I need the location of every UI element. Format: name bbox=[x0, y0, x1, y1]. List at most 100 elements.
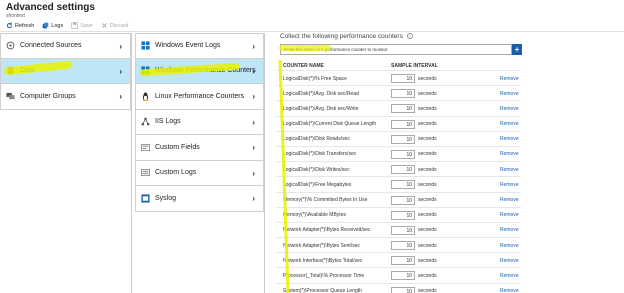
sample-interval-input[interactable]: 10 bbox=[391, 286, 415, 293]
table-row: LogicalDisk(*)\% Free Space 10 seconds Remo… bbox=[276, 70, 521, 85]
sidebar-item-connected-sources[interactable]: Connected Sources › bbox=[0, 33, 131, 59]
interval-unit: seconds bbox=[418, 75, 437, 82]
connected-sources-icon bbox=[6, 41, 15, 50]
computer-groups-icon bbox=[6, 92, 15, 99]
remove-link[interactable]: Remove bbox=[500, 288, 519, 293]
table-row: Network Adapter(*)\Bytes Received/sec 10 s… bbox=[276, 221, 521, 237]
iis-icon bbox=[141, 117, 150, 126]
sample-interval-input[interactable]: 10 bbox=[391, 271, 415, 281]
chevron-right-icon: › bbox=[119, 66, 122, 76]
remove-link[interactable]: Remove bbox=[500, 182, 519, 188]
remove-link[interactable]: Remove bbox=[500, 151, 519, 157]
chevron-right-icon: › bbox=[252, 42, 255, 51]
sample-interval-input[interactable]: 10 bbox=[391, 74, 415, 83]
menu-item-linux-performance-counters[interactable]: Linux Performance Counters › bbox=[135, 84, 264, 110]
interval-unit: seconds bbox=[418, 166, 437, 173]
table-row: LogicalDisk(*)\Disk Transfers/sec 10 secon… bbox=[276, 145, 521, 161]
logs-button[interactable]: Logs bbox=[42, 22, 63, 29]
refresh-icon bbox=[6, 22, 13, 29]
chevron-right-icon: › bbox=[119, 92, 122, 101]
table-row: LogicalDisk(*)\Current Disk Queue Length… bbox=[276, 115, 521, 131]
refresh-button[interactable]: Refresh bbox=[6, 22, 34, 29]
interval-unit: seconds bbox=[418, 242, 437, 249]
menu-item-custom-logs[interactable]: Custom Logs › bbox=[135, 160, 264, 186]
page-subtitle: shontest bbox=[6, 13, 25, 19]
sample-interval-input[interactable]: 10 bbox=[391, 104, 415, 114]
windows-icon bbox=[141, 41, 150, 50]
menu-item-windows-event-logs[interactable]: Windows Event Logs › bbox=[135, 33, 264, 59]
remove-link[interactable]: Remove bbox=[500, 106, 519, 112]
discard-button[interactable]: Discard bbox=[101, 22, 128, 29]
interval-unit: seconds bbox=[418, 136, 437, 143]
remove-link[interactable]: Remove bbox=[500, 273, 519, 279]
menu-item-label: Custom Fields bbox=[155, 143, 200, 151]
interval-unit: seconds bbox=[418, 288, 437, 293]
remove-link[interactable]: Remove bbox=[500, 197, 519, 203]
menu-item-label: Syslog bbox=[155, 194, 177, 202]
save-label: Save bbox=[80, 22, 93, 29]
logs-label: Logs bbox=[51, 22, 64, 29]
menu-item-custom-fields[interactable]: Custom Fields › bbox=[135, 135, 264, 161]
sample-interval-input[interactable]: 10 bbox=[391, 195, 415, 205]
table-row: LogicalDisk(*)\Disk Reads/sec 10 seconds Re… bbox=[276, 130, 521, 146]
refresh-label: Refresh bbox=[15, 22, 35, 29]
menu-item-label: Custom Logs bbox=[155, 169, 197, 177]
remove-link[interactable]: Remove bbox=[500, 121, 519, 127]
interval-unit: seconds bbox=[418, 151, 437, 158]
remove-link[interactable]: Remove bbox=[500, 76, 519, 82]
menu-item-syslog[interactable]: Syslog › bbox=[135, 186, 264, 212]
table-row: LogicalDisk(*)\Free Megabytes 10 seconds Re… bbox=[276, 176, 521, 191]
sample-interval-input[interactable]: 10 bbox=[391, 241, 415, 251]
remove-link[interactable]: Remove bbox=[500, 243, 519, 249]
table-row: Network Interface(*)\Bytes Total/sec 10 se… bbox=[276, 252, 521, 267]
remove-link[interactable]: Remove bbox=[500, 258, 519, 264]
logs-icon bbox=[42, 22, 49, 29]
sidebar-item-computer-groups[interactable]: Computer Groups › bbox=[0, 84, 131, 110]
remove-link[interactable]: Remove bbox=[500, 167, 519, 173]
save-button[interactable]: Save bbox=[71, 22, 93, 29]
sample-interval-input[interactable]: 10 bbox=[391, 180, 415, 190]
sample-interval-input[interactable]: 10 bbox=[391, 210, 415, 220]
menu-item-label: IIS Logs bbox=[155, 118, 181, 126]
menu-item-label: Windows Event Logs bbox=[155, 42, 221, 50]
chevron-right-icon: › bbox=[252, 92, 255, 101]
chevron-right-icon: › bbox=[252, 66, 255, 76]
info-icon[interactable]: ? bbox=[406, 33, 413, 40]
counter-name: Network Adapter(*)\Bytes Received/sec bbox=[283, 227, 371, 234]
interval-unit: seconds bbox=[418, 197, 437, 203]
interval-unit: seconds bbox=[418, 105, 437, 112]
interval-unit: seconds bbox=[418, 272, 437, 279]
table-row: Memory(*)\Available MBytes 10 seconds Remov… bbox=[276, 206, 521, 222]
sample-interval-input[interactable]: 10 bbox=[391, 165, 415, 175]
section-title-text: Collect the following performance counte… bbox=[280, 33, 403, 40]
remove-link[interactable]: Remove bbox=[500, 136, 519, 142]
custom-fields-icon bbox=[141, 143, 150, 151]
remove-link[interactable]: Remove bbox=[500, 212, 519, 218]
menu-item-iis-logs[interactable]: IIS Logs › bbox=[135, 109, 264, 135]
header: Advanced settings shontest bbox=[0, 0, 624, 20]
remove-link[interactable]: Remove bbox=[500, 91, 519, 97]
table-row: Processor(_Total)\% Processor Time 10 seco… bbox=[276, 267, 521, 282]
table-row: System(*)\Processor Queue Length 10 second… bbox=[276, 282, 521, 293]
column-header-sample-interval: SAMPLE INTERVAL bbox=[391, 63, 438, 69]
sidebar-item-label: Connected Sources bbox=[20, 42, 82, 50]
sample-interval-input[interactable]: 10 bbox=[391, 134, 415, 144]
chevron-right-icon: › bbox=[252, 117, 255, 127]
interval-unit: seconds bbox=[418, 181, 437, 188]
interval-unit: seconds bbox=[418, 121, 437, 128]
interval-unit: seconds bbox=[418, 227, 437, 234]
add-counter-button[interactable]: + bbox=[512, 44, 522, 55]
counter-name: LogicalDisk(*)\Current Disk Queue Length bbox=[283, 121, 377, 128]
sample-interval-input[interactable]: 10 bbox=[391, 89, 415, 99]
interval-unit: seconds bbox=[418, 90, 437, 97]
counters-table: LogicalDisk(*)\% Free Space 10 seconds Remo… bbox=[276, 70, 521, 293]
remove-link[interactable]: Remove bbox=[500, 227, 519, 233]
performance-counters-panel: Collect the following performance counte… bbox=[276, 33, 624, 293]
sample-interval-input[interactable]: 10 bbox=[391, 256, 415, 266]
sample-interval-input[interactable]: 10 bbox=[391, 149, 415, 159]
sample-interval-input[interactable]: 10 bbox=[391, 119, 415, 129]
custom-logs-icon bbox=[141, 169, 150, 177]
close-icon bbox=[101, 23, 107, 28]
chevron-right-icon: › bbox=[252, 194, 255, 203]
sample-interval-input[interactable]: 10 bbox=[391, 225, 415, 235]
